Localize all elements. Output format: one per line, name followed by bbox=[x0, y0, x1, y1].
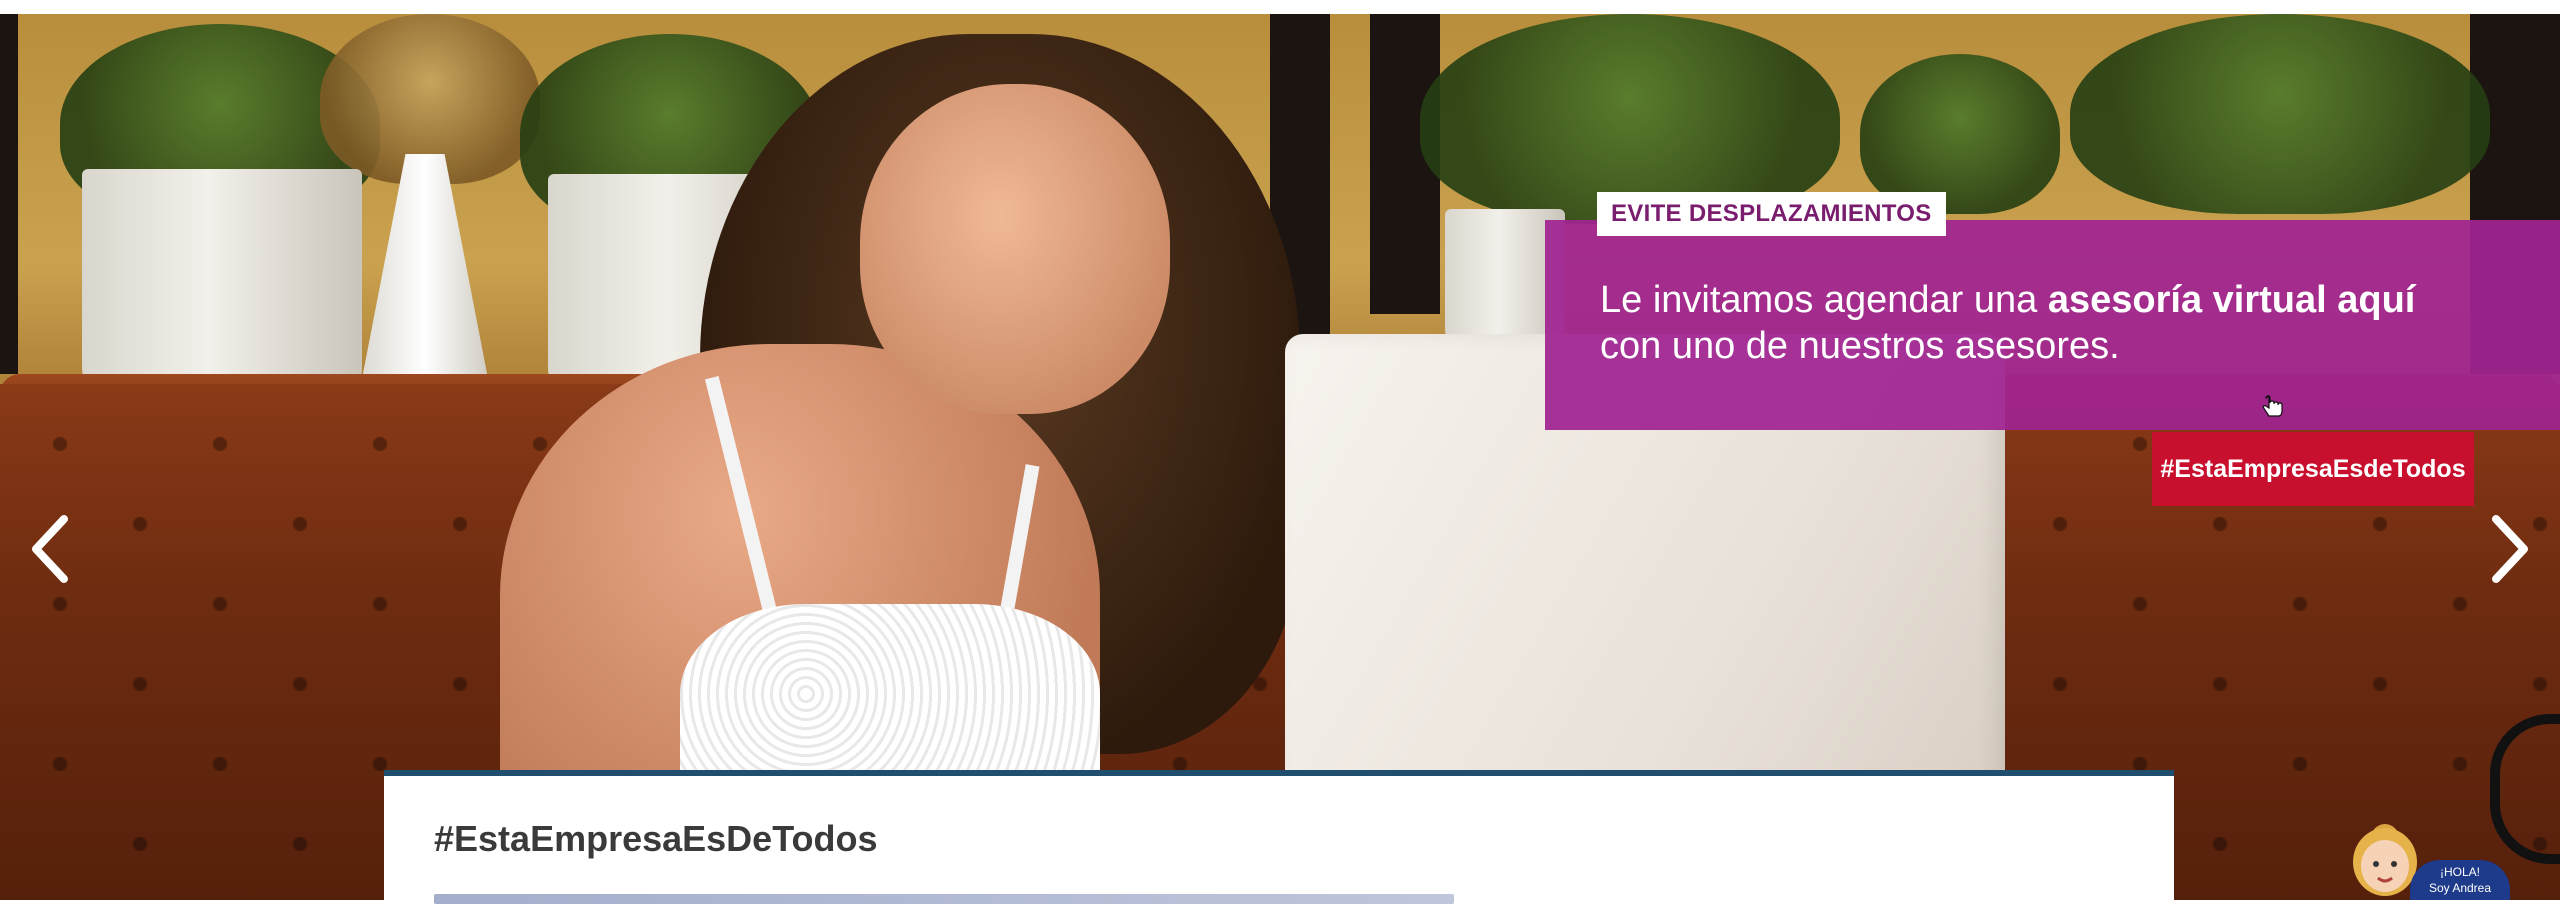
plant-5 bbox=[2070, 14, 2490, 214]
promo-line2: con uno de nuestros asesores. bbox=[1600, 325, 2120, 367]
hand-cursor-icon bbox=[2262, 394, 2283, 417]
card-title: #EstaEmpresaEsDeTodos bbox=[434, 818, 878, 859]
assistant-greeting-line2: Soy Andrea bbox=[2428, 881, 2492, 895]
promo-line1-prefix: Le invitamos agendar una bbox=[1600, 279, 2048, 321]
chevron-right-icon bbox=[2492, 515, 2528, 583]
carousel-prev-button[interactable] bbox=[22, 509, 82, 589]
assistant-greeting-line1: ¡HOLA! bbox=[2439, 865, 2480, 879]
promo-tag: EVITE DESPLAZAMIENTOS bbox=[1597, 192, 1946, 236]
woman-face bbox=[860, 84, 1170, 414]
promo-banner[interactable]: Le invitamos agendar una asesoría virtua… bbox=[1545, 220, 2560, 430]
info-card: #EstaEmpresaEsDeTodos bbox=[384, 770, 2174, 906]
wall-panel-left bbox=[0, 14, 18, 374]
chevron-left-icon bbox=[32, 515, 68, 583]
promo-link-virtual-advisory[interactable]: asesoría virtual aquí bbox=[2048, 279, 2416, 321]
hero-carousel: Le invitamos agendar una asesoría virtua… bbox=[0, 14, 2560, 900]
carousel-next-button[interactable] bbox=[2478, 509, 2538, 589]
hashtag-badge: #EstaEmpresaEsdeTodos bbox=[2152, 432, 2474, 506]
promo-text[interactable]: Le invitamos agendar una asesoría virtua… bbox=[1600, 277, 2500, 369]
plant-pot-1 bbox=[82, 169, 362, 389]
assistant-greeting-badge[interactable]: ¡HOLA! Soy Andrea bbox=[2410, 860, 2510, 900]
card-text-preview bbox=[434, 894, 1454, 904]
top-strip bbox=[0, 0, 2560, 14]
plant-4 bbox=[1860, 54, 2060, 214]
